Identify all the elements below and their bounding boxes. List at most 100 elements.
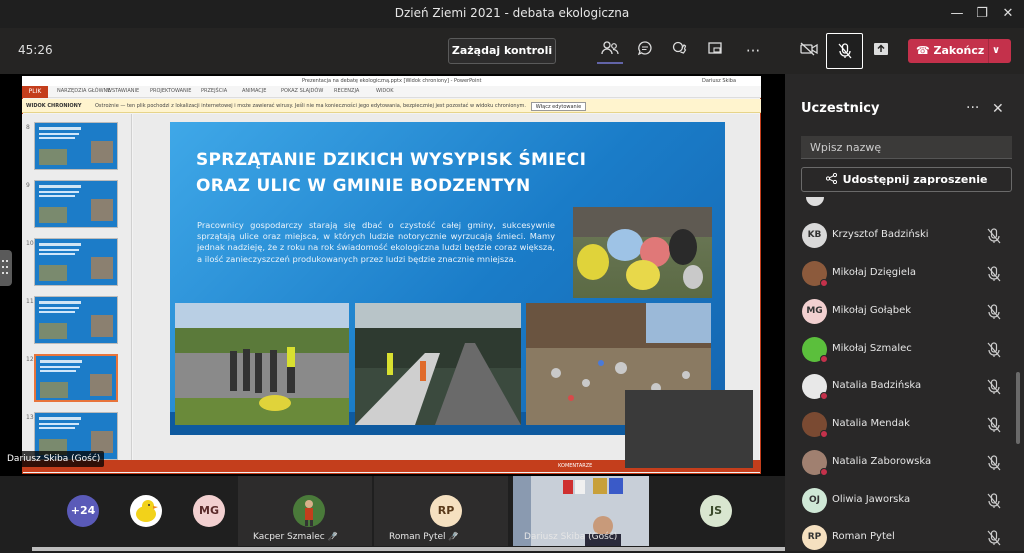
mic-off-icon: [838, 43, 851, 59]
panel-more-button[interactable]: ···: [966, 100, 979, 116]
slide-body-text: Pracownicy gospodarczy starają się dbać …: [197, 220, 555, 264]
slide-number: 8: [26, 124, 30, 131]
microphone-button[interactable]: [826, 33, 863, 69]
thumb-photo: [39, 207, 67, 223]
request-control-button[interactable]: Zażądaj kontroli: [448, 38, 556, 64]
mic-off-icon: [987, 417, 1001, 433]
avatar-rp: RP: [430, 495, 462, 527]
enable-editing-button[interactable]: Włącz edytowanie: [531, 102, 586, 111]
slide-number: 12: [26, 356, 34, 363]
share-tray-icon: [874, 43, 888, 55]
slide-number: 9: [26, 182, 30, 189]
slide-number: 11: [26, 298, 34, 305]
slide-title-line-1: SPRZĄTANIE DZIKICH WYSYPISK ŚMIECI: [196, 150, 587, 170]
road-image: [355, 303, 521, 425]
ribbon-tab[interactable]: NARZĘDZIA GŁÓWNE: [57, 88, 110, 94]
thumb-text: [39, 307, 79, 309]
ribbon-tab[interactable]: PROJEKTOWANIE: [150, 88, 191, 94]
participant-search-input[interactable]: [801, 136, 1012, 159]
slide-thumbnail[interactable]: [34, 354, 118, 402]
panel-drag-handle[interactable]: [0, 250, 12, 286]
share-invite-button[interactable]: Udostępnij zaproszenie: [801, 167, 1012, 192]
phone-hangup-icon: ☎: [916, 44, 934, 57]
call-timer: 45:26: [18, 43, 53, 57]
presenter-name-label: Dariusz Skiba (Gość): [3, 451, 105, 467]
slide-thumbnail[interactable]: [34, 238, 118, 286]
participant-name: Natalia Badzińska: [832, 380, 922, 391]
participant-name: Mikołaj Szmalec: [832, 343, 912, 354]
thumb-title: [39, 417, 81, 420]
camera-off-icon: [800, 42, 818, 56]
file-tab[interactable]: PLIK: [22, 86, 48, 98]
camera-button[interactable]: [794, 38, 824, 64]
thumb-photo: [91, 431, 113, 453]
overflow-count[interactable]: +24: [67, 495, 99, 527]
ribbon-tab[interactable]: PRZEJŚCIA: [201, 88, 227, 94]
thumb-photo: [39, 149, 67, 165]
ribbon-tab[interactable]: WSTAWIANIE: [107, 88, 139, 94]
participants-button[interactable]: [595, 38, 625, 64]
thumb-photo: [90, 374, 112, 396]
handle-dot: [2, 272, 4, 274]
panel-close-button[interactable]: ✕: [992, 101, 1004, 117]
close-window-button[interactable]: ✕: [998, 4, 1018, 24]
ribbon-tab[interactable]: WIDOK: [376, 88, 393, 94]
thumb-text: [39, 133, 79, 135]
thumb-photo: [91, 257, 113, 279]
tile-name-kacper-text: Kacper Szmalec: [253, 532, 325, 542]
mic-off-icon: [987, 379, 1001, 395]
slide-thumbnail[interactable]: [34, 180, 118, 228]
thumb-photo: [40, 382, 68, 398]
thumb-text: [39, 191, 79, 193]
bottom-scroll-track: [32, 547, 785, 551]
end-call-dropdown-icon[interactable]: ∨: [992, 39, 1000, 63]
participant-row[interactable]: MG Mikołaj Gołąbek: [801, 297, 1012, 327]
ribbon-tab[interactable]: ANIMACJE: [242, 88, 266, 94]
avatar-mg[interactable]: MG: [193, 495, 225, 527]
chat-button[interactable]: [630, 38, 660, 64]
share-screen-button[interactable]: [866, 38, 896, 64]
photo-road-cleaning: [355, 303, 521, 425]
more-actions-button[interactable]: ···: [738, 38, 768, 64]
mic-off-icon: [987, 228, 1001, 244]
participant-row[interactable]: Natalia Zaborowska: [801, 448, 1012, 478]
participant-row[interactable]: Mikołaj Szmalec: [801, 335, 1012, 365]
mic-off-icon: [987, 342, 1001, 358]
participant-row[interactable]: KB Krzysztof Badziński: [801, 221, 1012, 251]
panel-scrollbar[interactable]: [1016, 372, 1020, 444]
ribbon-tab[interactable]: POKAZ SLAJDÓW: [281, 88, 323, 94]
reactions-button[interactable]: [665, 38, 695, 64]
end-call-button[interactable]: ☎ Zakończ ∨: [908, 39, 1011, 63]
slide-thumbnail[interactable]: [34, 296, 118, 344]
participant-row[interactable]: Mikołaj Dzięgiela: [801, 259, 1012, 289]
participant-name: Natalia Mendak: [832, 418, 910, 429]
thumb-text: [39, 311, 75, 313]
rooms-button[interactable]: [700, 38, 730, 64]
participant-avatar: KB: [802, 223, 827, 248]
mic-off-icon: [987, 266, 1001, 282]
participant-row[interactable]: RP Roman Pytel: [801, 523, 1012, 553]
volunteers-image: [175, 303, 349, 425]
maximize-button[interactable]: ❐: [972, 4, 992, 24]
thumb-text: [39, 427, 75, 429]
participant-row[interactable]: OJ Oliwia Jaworska: [801, 486, 1012, 516]
end-call-label: ☎ Zakończ: [916, 39, 984, 63]
avatar-js[interactable]: JS: [700, 495, 732, 527]
participant-row[interactable]: Natalia Mendak: [801, 410, 1012, 440]
slide-title-line-2: ORAZ ULIC W GMINIE BODZENTYN: [196, 176, 531, 196]
thumb-text: [40, 370, 76, 372]
thumb-text: [39, 137, 75, 139]
ribbon-tab[interactable]: RECENZJA: [334, 88, 359, 94]
minimize-button[interactable]: —: [947, 4, 967, 24]
trash-bags-image: [573, 207, 712, 290]
participant-row[interactable]: Natalia Badzińska: [801, 372, 1012, 402]
chat-icon: [637, 41, 652, 56]
handle-dot: [6, 260, 8, 262]
thumb-title: [39, 127, 81, 130]
participant-name: Mikołaj Dzięgiela: [832, 267, 916, 278]
slide-thumbnail[interactable]: [34, 122, 118, 170]
mic-off-icon: 🎤̸: [448, 532, 459, 541]
duck-icon: [136, 500, 158, 522]
photo-volunteers-group: [175, 303, 349, 425]
thumb-text: [39, 253, 75, 255]
